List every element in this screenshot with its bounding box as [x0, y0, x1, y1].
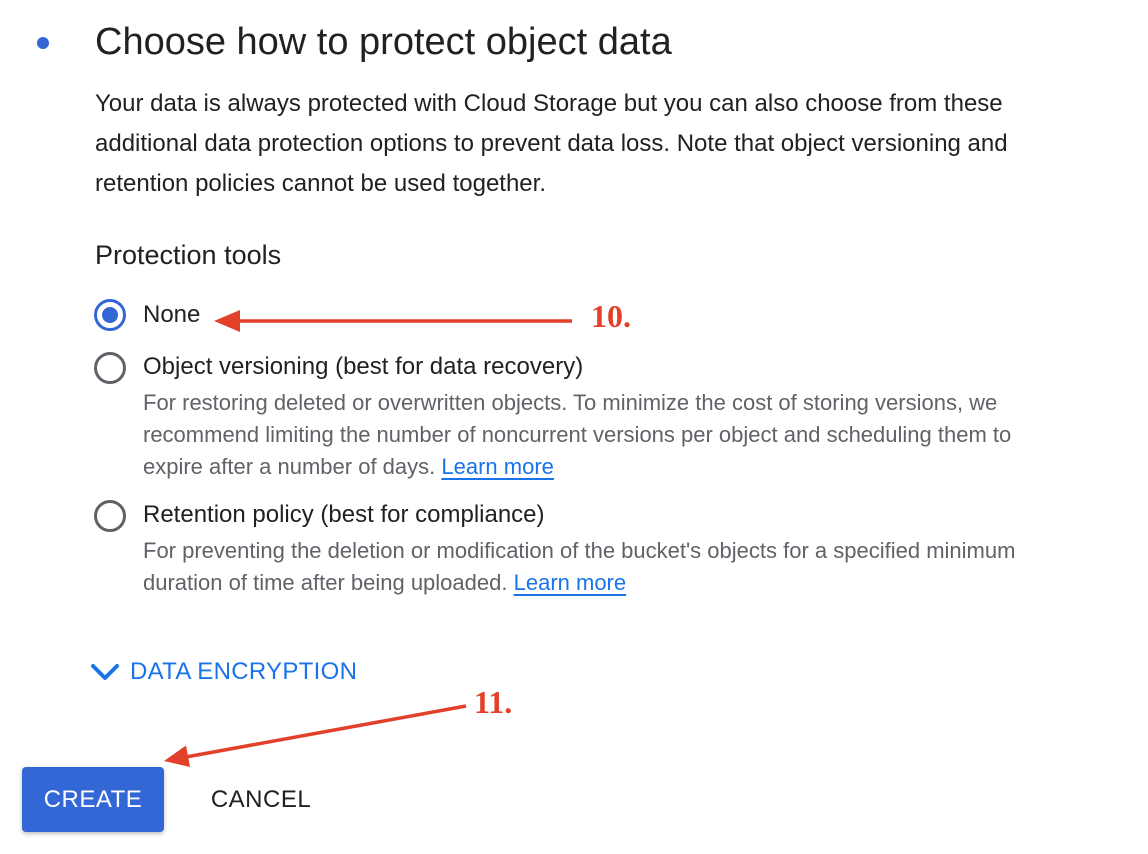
- option-label-none[interactable]: None: [143, 298, 200, 332]
- create-bucket-page: Choose how to protect object data Your d…: [0, 0, 1148, 854]
- create-button[interactable]: CREATE: [22, 767, 164, 832]
- arrow-step-11: [164, 704, 467, 767]
- protection-tools-heading: Protection tools: [95, 240, 282, 270]
- option-description-retention-policy: For preventing the deletion or modificat…: [143, 535, 1073, 599]
- option-label-object-versioning[interactable]: Object versioning (best for data recover…: [143, 350, 583, 384]
- learn-more-link-versioning[interactable]: Learn more: [441, 454, 554, 479]
- annotation-step-10: 10.: [591, 298, 631, 334]
- option-label-retention-policy[interactable]: Retention policy (best for compliance): [143, 498, 545, 532]
- step-title: Choose how to protect object data: [95, 21, 672, 63]
- radio-object-versioning[interactable]: [94, 352, 126, 384]
- data-encryption-expander[interactable]: DATA ENCRYPTION: [90, 652, 357, 692]
- option-description-object-versioning: For restoring deleted or overwritten obj…: [143, 387, 1073, 483]
- step-indicator-dot: [37, 37, 49, 49]
- learn-more-link-retention[interactable]: Learn more: [514, 570, 627, 595]
- radio-selected-dot: [102, 307, 118, 323]
- radio-none[interactable]: [94, 299, 126, 331]
- annotation-step-11: 11.: [474, 684, 513, 720]
- data-encryption-label: DATA ENCRYPTION: [130, 658, 358, 685]
- chevron-down-icon: [91, 664, 119, 680]
- arrow-step-10: [214, 310, 572, 332]
- cancel-button[interactable]: CANCEL: [196, 767, 326, 832]
- radio-retention-policy[interactable]: [94, 500, 126, 532]
- option-description-text: For restoring deleted or overwritten obj…: [143, 390, 1012, 479]
- step-description: Your data is always protected with Cloud…: [95, 90, 1008, 197]
